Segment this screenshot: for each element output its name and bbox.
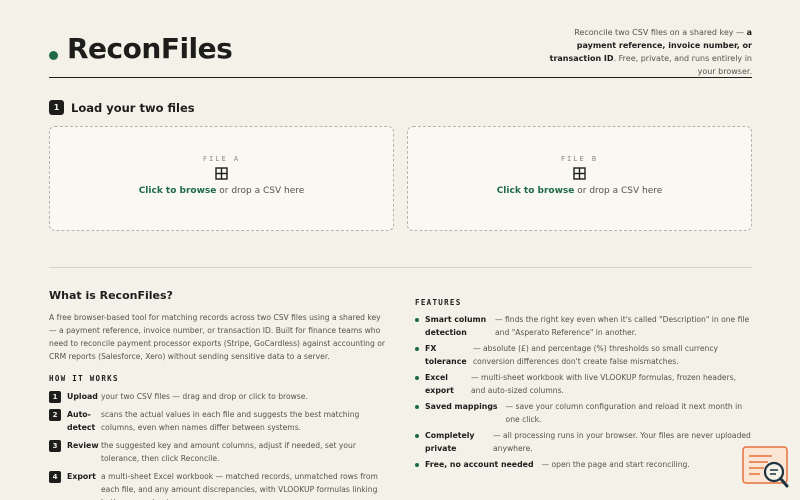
how-step-desc: scans the actual values in each file and… bbox=[101, 410, 360, 432]
header: ReconFiles Reconcile two CSV files on a … bbox=[49, 0, 752, 78]
feature-item: Completely private — all processing runs… bbox=[415, 429, 752, 455]
feature-desc: — open the page and start reconciling. bbox=[541, 460, 690, 469]
how-step-label: Export bbox=[67, 472, 96, 481]
tagline-text-post: . Free, private, and runs entirely in yo… bbox=[613, 54, 752, 76]
feature-label: Saved mappings bbox=[425, 402, 498, 411]
search-document-icon[interactable] bbox=[742, 446, 790, 488]
file-b-label: FILE B bbox=[560, 155, 599, 163]
grid-plus-icon bbox=[215, 167, 228, 180]
how-step-number: 1 bbox=[49, 391, 61, 403]
feature-label: Excel export bbox=[425, 373, 454, 395]
feature-label: Free, no account needed bbox=[425, 460, 534, 469]
grid-plus-icon bbox=[573, 167, 586, 180]
how-step-label: Upload bbox=[67, 392, 98, 401]
features-title: FEATURES bbox=[415, 298, 462, 307]
how-step-desc: a multi-sheet Excel workbook — matched r… bbox=[101, 472, 378, 500]
feature-desc: — all processing runs in your browser. Y… bbox=[493, 431, 751, 453]
feature-desc: — finds the right key even when it's cal… bbox=[495, 315, 750, 337]
how-step-label: Review bbox=[67, 441, 99, 450]
feature-item: Free, no account needed — open the page … bbox=[415, 458, 752, 471]
how-step-number: 4 bbox=[49, 471, 61, 483]
bullet-icon bbox=[415, 376, 419, 380]
bullet-icon bbox=[415, 318, 419, 322]
how-step: 1 Upload your two CSV files — drag and d… bbox=[49, 390, 389, 403]
section-divider bbox=[49, 267, 752, 268]
how-step: 4 Export a multi-sheet Excel workbook — … bbox=[49, 470, 389, 500]
feature-item: Saved mappings — save your column config… bbox=[415, 400, 752, 426]
file-b-instructions: Click to browse or drop a CSV here bbox=[408, 186, 751, 196]
app-title: ReconFiles bbox=[67, 32, 233, 65]
about-section: What is ReconFiles? A free browser-based… bbox=[49, 289, 389, 500]
bullet-icon bbox=[415, 434, 419, 438]
file-a-drop-hint: or drop a CSV here bbox=[216, 186, 305, 196]
how-step: 3 Review the suggested key and amount co… bbox=[49, 439, 389, 465]
file-a-dropzone[interactable]: FILE A Click to browse or drop a CSV her… bbox=[49, 126, 394, 231]
tagline: Reconcile two CSV files on a shared key … bbox=[542, 26, 752, 78]
feature-item: Excel export — multi-sheet workbook with… bbox=[415, 371, 752, 397]
brand: ReconFiles bbox=[49, 32, 233, 65]
load-section-heading: 1 Load your two files bbox=[49, 100, 195, 115]
feature-desc: — absolute (£) and percentage (%) thresh… bbox=[473, 344, 719, 366]
how-step: 2 Auto-detect scans the actual values in… bbox=[49, 408, 389, 434]
bullet-icon bbox=[415, 463, 419, 467]
how-step-label: Auto-detect bbox=[67, 410, 96, 432]
file-b-dropzone[interactable]: FILE B Click to browse or drop a CSV her… bbox=[407, 126, 752, 231]
how-step-desc: the suggested key and amount columns, ad… bbox=[101, 441, 356, 463]
bullet-icon bbox=[415, 405, 419, 409]
file-b-browse-link[interactable]: Click to browse bbox=[497, 186, 575, 196]
step-number: 1 bbox=[49, 100, 64, 115]
how-step-number: 3 bbox=[49, 440, 61, 452]
file-b-drop-hint: or drop a CSV here bbox=[574, 186, 663, 196]
file-a-instructions: Click to browse or drop a CSV here bbox=[50, 186, 393, 196]
how-it-works-title: HOW IT WORKS bbox=[49, 374, 119, 383]
page: ReconFiles Reconcile two CSV files on a … bbox=[49, 0, 752, 500]
feature-label: Smart column detection bbox=[425, 315, 487, 337]
features-section: FEATURES Smart column detection — finds … bbox=[415, 298, 752, 474]
bullet-icon bbox=[415, 347, 419, 351]
feature-desc: — save your column configuration and rel… bbox=[505, 402, 743, 424]
file-a-browse-link[interactable]: Click to browse bbox=[139, 186, 217, 196]
how-step-desc: your two CSV files — drag and drop or cl… bbox=[101, 392, 308, 401]
load-section-title: Load your two files bbox=[71, 100, 195, 115]
feature-desc: — multi-sheet workbook with live VLOOKUP… bbox=[471, 373, 737, 395]
about-body: A free browser-based tool for matching r… bbox=[49, 313, 385, 361]
feature-label: Completely private bbox=[425, 431, 475, 453]
feature-item: Smart column detection — finds the right… bbox=[415, 313, 752, 339]
brand-dot-icon bbox=[49, 51, 58, 60]
tagline-text-pre: Reconcile two CSV files on a shared key … bbox=[574, 28, 747, 37]
feature-label: FX tolerance bbox=[425, 344, 467, 366]
feature-item: FX tolerance — absolute (£) and percenta… bbox=[415, 342, 752, 368]
about-title: What is ReconFiles? bbox=[49, 289, 173, 302]
how-step-number: 2 bbox=[49, 409, 61, 421]
file-a-label: FILE A bbox=[202, 155, 241, 163]
